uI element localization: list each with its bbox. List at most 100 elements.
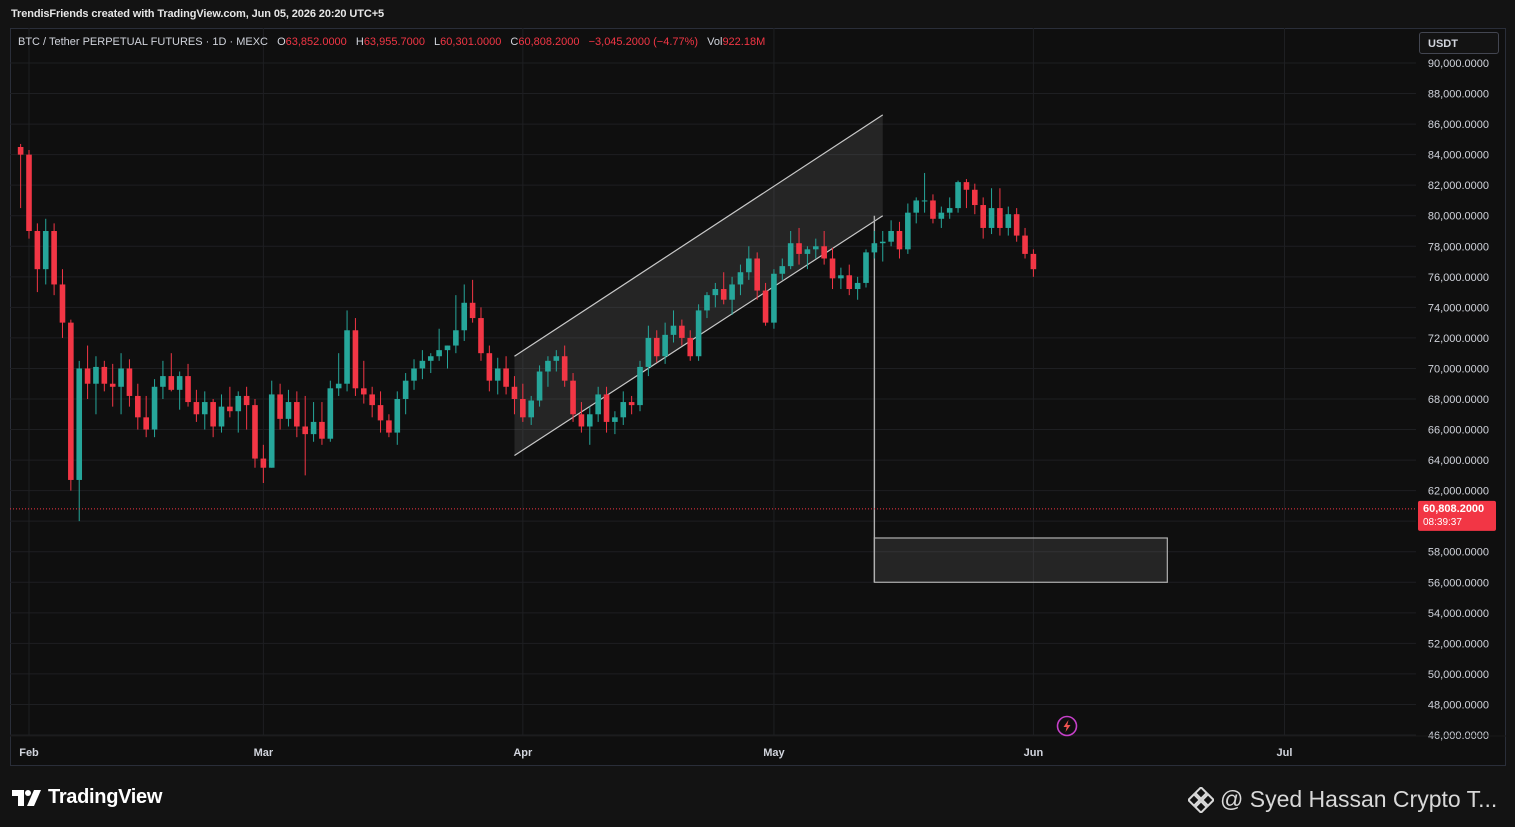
candle-body bbox=[553, 356, 560, 361]
candle-body bbox=[285, 402, 292, 419]
candle bbox=[829, 247, 836, 290]
candle-body bbox=[695, 310, 702, 357]
channel-fill bbox=[514, 114, 883, 456]
candle bbox=[109, 363, 116, 407]
candle bbox=[913, 197, 920, 224]
candle bbox=[344, 310, 350, 392]
price-tick-label: 64,000.0000 bbox=[1428, 455, 1489, 467]
candle-body bbox=[76, 368, 83, 480]
candle-body bbox=[268, 394, 275, 468]
candle bbox=[436, 328, 442, 361]
price-axis[interactable]: 90,000.0000 88,000.0000 86,000.0000 84,000.… bbox=[1418, 58, 1496, 742]
price-tick-label: 74,000.0000 bbox=[1428, 302, 1489, 314]
candle bbox=[536, 365, 543, 407]
candle-body bbox=[17, 147, 24, 155]
candle-body bbox=[578, 414, 585, 427]
candle-body bbox=[160, 376, 166, 387]
watermark: @ Syed Hassan Crypto T... bbox=[1188, 786, 1497, 813]
grid-lines bbox=[10, 28, 1416, 736]
candle-body bbox=[453, 330, 459, 346]
candle-body bbox=[905, 212, 911, 250]
candle-body bbox=[26, 154, 32, 231]
candle bbox=[453, 295, 459, 354]
candle-body bbox=[687, 337, 694, 357]
candle bbox=[444, 345, 451, 369]
candle bbox=[68, 319, 74, 491]
candle-body bbox=[1013, 214, 1020, 236]
candle-body bbox=[227, 406, 233, 412]
candle-body bbox=[586, 414, 593, 427]
countdown-label: 08:39:37 bbox=[1423, 517, 1462, 528]
candle-body bbox=[235, 395, 242, 412]
candle-body bbox=[427, 356, 434, 361]
candle-body bbox=[955, 182, 961, 209]
candle-body bbox=[93, 366, 99, 384]
candle-body bbox=[193, 402, 200, 415]
change-value: −3,045.2000 (−4.77%) bbox=[588, 36, 699, 48]
candle-body bbox=[394, 399, 401, 433]
last-price-label: 60,808.2000 bbox=[1423, 503, 1484, 515]
candle-body bbox=[302, 426, 309, 435]
candle-body bbox=[151, 386, 158, 430]
volume-label: Vol bbox=[707, 36, 723, 48]
top-credit-bar: TrendisFriends created with TradingView.… bbox=[0, 0, 1515, 28]
candle-body bbox=[327, 388, 334, 439]
candle-body bbox=[946, 208, 953, 213]
candle bbox=[327, 380, 334, 442]
candle-body bbox=[118, 368, 124, 387]
time-tick-label: Apr bbox=[513, 747, 533, 759]
candle bbox=[586, 406, 593, 445]
candle bbox=[854, 276, 861, 300]
candle bbox=[93, 356, 99, 415]
candle bbox=[361, 360, 367, 404]
watermark-text: @ Syed Hassan Crypto T... bbox=[1220, 786, 1498, 812]
volume-value: 922.18M bbox=[722, 36, 766, 48]
candle-body bbox=[260, 458, 267, 468]
candle bbox=[386, 414, 392, 438]
candle bbox=[612, 411, 618, 435]
candle bbox=[268, 380, 275, 468]
candle bbox=[126, 359, 133, 407]
candle bbox=[201, 391, 208, 430]
candle bbox=[461, 284, 468, 341]
price-tick-label: 76,000.0000 bbox=[1428, 272, 1489, 284]
candle-body bbox=[294, 402, 300, 427]
candle-body bbox=[871, 243, 878, 253]
candle bbox=[210, 399, 216, 438]
candle-body bbox=[913, 200, 920, 213]
tradingview-logo-icon bbox=[12, 789, 41, 806]
candle-body bbox=[888, 231, 894, 242]
time-axis[interactable]: Feb Mar Apr May Jun Jul bbox=[10, 735, 1506, 759]
candle bbox=[176, 371, 183, 410]
candles-layer[interactable] bbox=[17, 143, 1037, 522]
currency-button[interactable]: USDT bbox=[1419, 32, 1499, 54]
candle bbox=[394, 391, 401, 445]
tradingview-logo[interactable]: TradingView bbox=[12, 786, 162, 809]
candle-body bbox=[402, 380, 409, 399]
candle bbox=[1022, 227, 1028, 259]
price-tick-label: 86,000.0000 bbox=[1428, 119, 1489, 131]
candle-body bbox=[963, 182, 970, 190]
price-tick-label: 66,000.0000 bbox=[1428, 425, 1489, 437]
price-tick-label: 80,000.0000 bbox=[1428, 211, 1489, 223]
price-tick-label: 48,000.0000 bbox=[1428, 699, 1489, 711]
candle bbox=[151, 379, 158, 438]
symbol-title[interactable]: BTC / Tether PERPETUAL FUTURES · 1D · ME… bbox=[18, 36, 268, 48]
candle-body bbox=[361, 388, 367, 395]
candle bbox=[402, 373, 409, 415]
price-chart[interactable]: 90,000.0000 88,000.0000 86,000.0000 84,000.… bbox=[10, 28, 1506, 766]
candle-body bbox=[846, 275, 853, 290]
candle-body bbox=[762, 290, 769, 323]
candle-body bbox=[930, 200, 936, 219]
open-label: O bbox=[277, 36, 286, 48]
diamond-logo-icon bbox=[1188, 786, 1214, 813]
candle-body bbox=[821, 246, 827, 259]
lightning-icon[interactable] bbox=[1056, 715, 1078, 737]
candle bbox=[888, 220, 894, 247]
candle bbox=[938, 206, 945, 228]
price-tick-label: 88,000.0000 bbox=[1428, 89, 1489, 101]
candle-body bbox=[779, 266, 786, 274]
price-tick-label: 70,000.0000 bbox=[1428, 363, 1489, 375]
candle bbox=[335, 353, 342, 396]
candle-body bbox=[720, 289, 727, 300]
